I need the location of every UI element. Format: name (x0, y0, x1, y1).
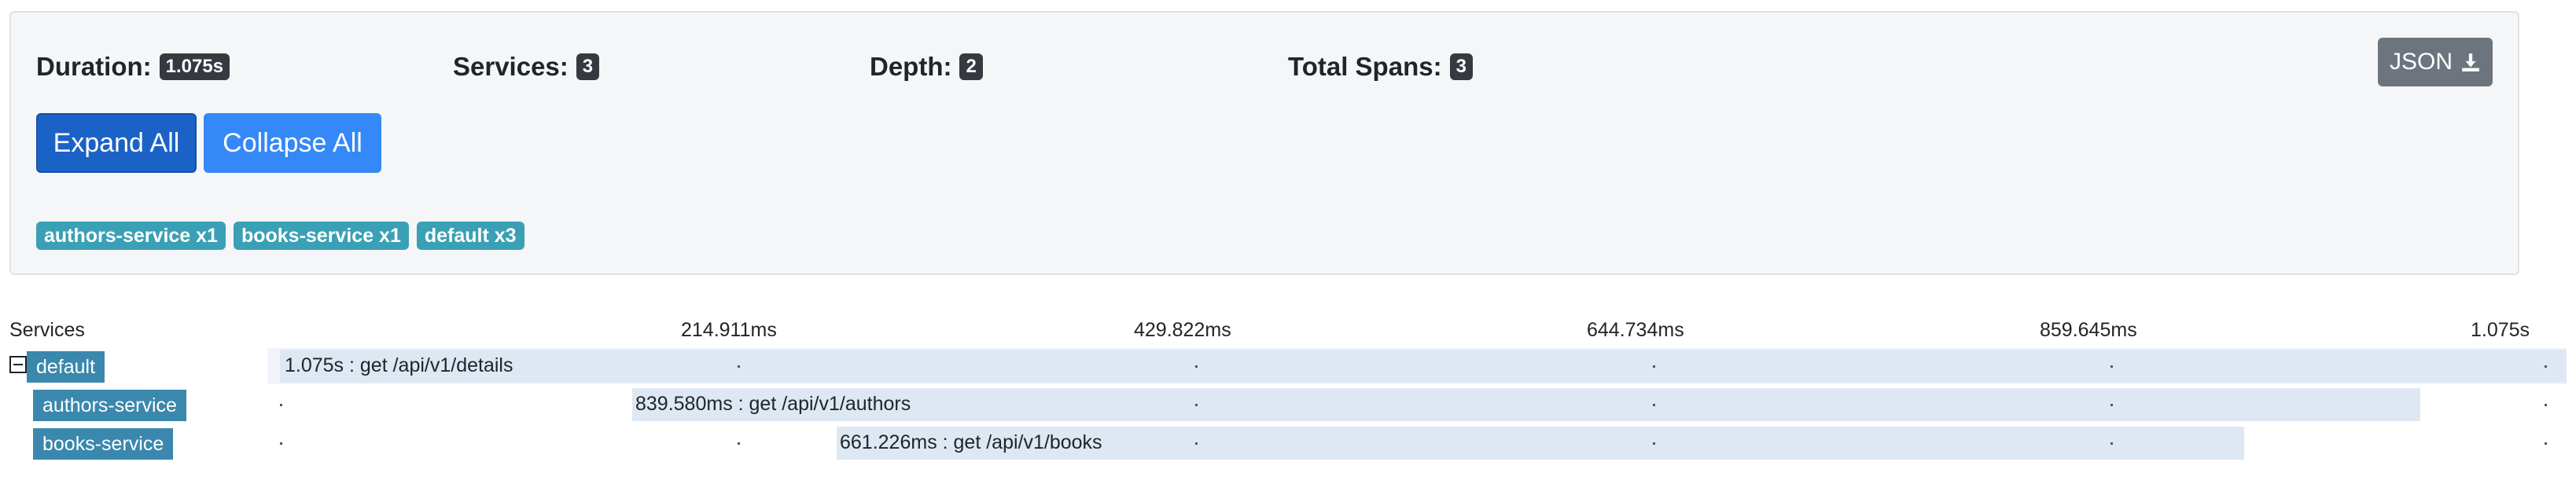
services-badge: 3 (576, 53, 600, 80)
total-spans-badge: 3 (1449, 53, 1473, 80)
duration-stat: Duration: 1.075s (36, 52, 230, 82)
span-label-books: 661.226ms : get /api/v1/books (840, 431, 1102, 453)
duration-label: Duration: (36, 52, 152, 81)
service-tag-books[interactable]: books-service x1 (233, 222, 409, 250)
duration-badge: 1.075s (159, 53, 230, 80)
span-bar-details[interactable] (280, 350, 2567, 383)
timeline-tick-label: 214.911ms (681, 319, 777, 341)
expand-all-button[interactable]: Expand All (36, 113, 197, 173)
timeline-tick-label: 859.645ms (2040, 319, 2137, 341)
span-label-authors: 839.580ms : get /api/v1/authors (635, 393, 911, 415)
services-column-header: Services (9, 319, 85, 341)
trace-row-books-service[interactable]: books-service 661.226ms : get /api/v1/bo… (0, 425, 2567, 461)
depth-label: Depth: (870, 52, 952, 81)
collapse-toggle-icon[interactable] (9, 356, 27, 373)
service-tag-list: authors-service x1 books-service x1 defa… (36, 222, 524, 250)
services-stat: Services: 3 (453, 52, 600, 82)
json-button-label: JSON (2389, 49, 2453, 75)
depth-badge: 2 (959, 53, 983, 80)
service-label-books-service[interactable]: books-service (33, 428, 174, 460)
grid-dot (1195, 442, 1198, 445)
grid-dot (1195, 365, 1198, 368)
service-tag-authors[interactable]: authors-service x1 (36, 222, 226, 250)
service-tag-default[interactable]: default x3 (416, 222, 524, 250)
grid-dot (2110, 404, 2113, 406)
trace-row-authors-service[interactable]: authors-service 839.580ms : get /api/v1/… (0, 387, 2567, 423)
grid-dot (738, 365, 740, 368)
timeline-tick-label: 1.075s (2471, 319, 2530, 341)
service-label-authors-service[interactable]: authors-service (33, 390, 186, 421)
grid-dot (280, 404, 282, 406)
span-label-details: 1.075s : get /api/v1/details (285, 354, 513, 376)
json-download-button[interactable]: JSON (2378, 38, 2493, 86)
grid-dot (280, 442, 282, 445)
download-icon (2462, 53, 2479, 72)
grid-dot (2110, 442, 2113, 445)
timeline-tick-label: 644.734ms (1587, 319, 1684, 341)
grid-dot (1195, 404, 1198, 406)
grid-dot (1653, 365, 1655, 368)
trace-row-default[interactable]: default 1.075s : get /api/v1/details (0, 348, 2567, 384)
grid-dot (1653, 404, 1655, 406)
grid-dot (2545, 442, 2547, 445)
total-spans-label: Total Spans: (1288, 52, 1442, 81)
service-label-default[interactable]: default (27, 351, 105, 383)
grid-dot (2110, 365, 2113, 368)
trace-summary-panel: Duration: 1.075s Services: 3 Depth: 2 To… (9, 11, 2519, 275)
grid-dot (2545, 365, 2547, 368)
timeline-tick-label: 429.822ms (1134, 319, 1231, 341)
grid-dot (1653, 442, 1655, 445)
collapse-all-button[interactable]: Collapse All (204, 113, 381, 173)
grid-dot (738, 442, 740, 445)
services-label: Services: (453, 52, 569, 81)
grid-dot (2545, 404, 2547, 406)
depth-stat: Depth: 2 (870, 52, 983, 82)
total-spans-stat: Total Spans: 3 (1288, 52, 1473, 82)
